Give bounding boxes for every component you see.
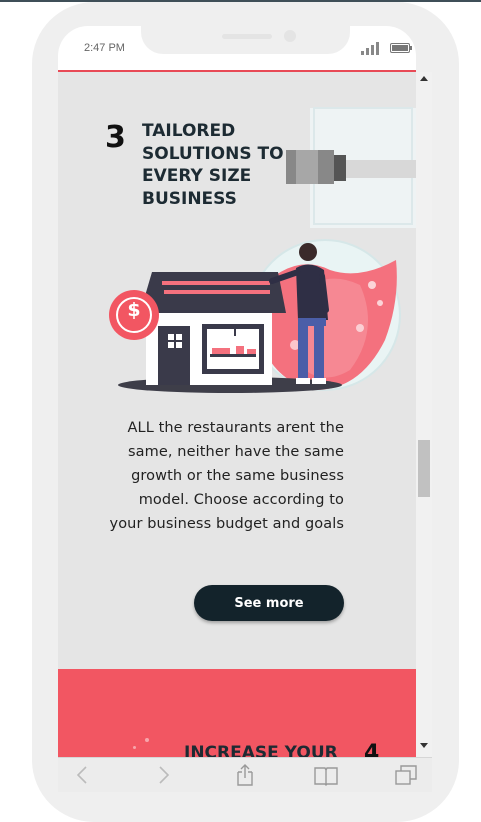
decor-dot: [145, 738, 149, 742]
forward-icon[interactable]: [150, 762, 178, 788]
section-description: ALL the restaurants arent the same, neit…: [94, 416, 344, 536]
signal-icon: [361, 42, 381, 55]
status-time: 2:47 PM: [84, 42, 125, 54]
person-head: [299, 243, 317, 261]
scrollbar[interactable]: [416, 72, 432, 757]
scrollbar-thumb[interactable]: [418, 440, 430, 497]
scroll-up-icon[interactable]: [420, 76, 428, 81]
section-title: TAILORED SOLUTIONS TO EVERY SIZE BUSINES…: [142, 120, 302, 210]
section-title-line: TAILORED: [142, 121, 236, 141]
decor-dot: [133, 746, 136, 749]
share-icon[interactable]: [231, 762, 259, 788]
see-more-button[interactable]: See more: [194, 585, 344, 621]
back-icon[interactable]: [68, 762, 96, 788]
section-title-line: EVERY SIZE: [142, 166, 252, 186]
section-title-line: SOLUTIONS TO: [142, 143, 284, 164]
phone-notch: [141, 24, 350, 54]
scroll-down-icon[interactable]: [420, 743, 428, 748]
bookmarks-icon[interactable]: [312, 762, 340, 788]
tabs-icon[interactable]: [392, 762, 420, 788]
dollar-icon: $: [127, 299, 141, 321]
front-camera: [284, 30, 296, 42]
description-line: same, neither have the same: [128, 444, 344, 460]
battery-icon: [390, 43, 412, 53]
speaker-grille: [222, 34, 272, 39]
description-line: ALL the restaurants arent the: [127, 420, 344, 436]
description-line: your business budget and goals: [109, 516, 344, 532]
section-number: 3: [105, 120, 126, 155]
description-line: model. Choose according to: [138, 492, 344, 508]
section-title-line: BUSINESS: [142, 188, 237, 209]
description-line: growth or the same business: [131, 468, 344, 484]
